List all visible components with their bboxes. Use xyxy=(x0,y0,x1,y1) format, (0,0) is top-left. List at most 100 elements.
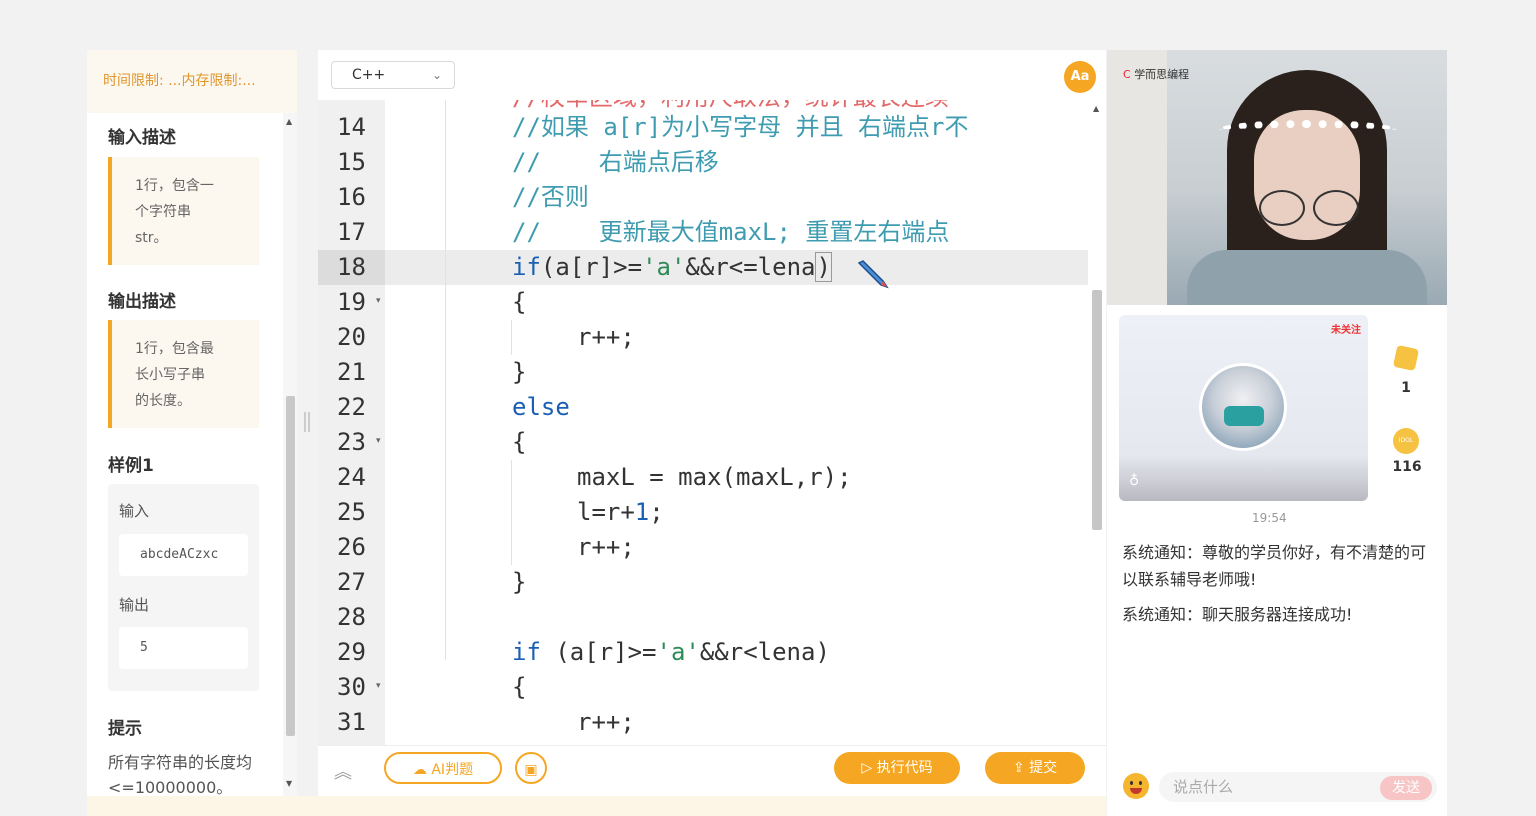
chevron-down-icon: ⌄ xyxy=(431,68,442,82)
line-number: 21 xyxy=(337,358,366,386)
input-desc-title: 输入描述 xyxy=(108,128,176,148)
editor-toolbar: C++ ⌄ Aa xyxy=(318,50,1106,101)
language-select[interactable]: C++ ⌄ xyxy=(331,61,455,89)
line-number: 25 xyxy=(337,498,366,526)
teacher-video[interactable]: C 学而思编程 xyxy=(1107,50,1447,305)
indent-guide xyxy=(445,100,446,660)
submit-label: 提交 xyxy=(1029,760,1058,776)
language-value: C++ xyxy=(352,67,386,83)
pencil-cursor-icon xyxy=(857,260,889,289)
teacher-avatar[interactable] xyxy=(1199,363,1287,451)
card-reward-icon[interactable] xyxy=(1392,344,1420,372)
vertical-scrollbar[interactable]: ▲ ▼ xyxy=(1088,100,1106,772)
code-text: &&r<=lena xyxy=(685,253,816,281)
panel-splitter[interactable] xyxy=(297,50,318,796)
hint-title: 提示 xyxy=(108,719,142,739)
scroll-down-icon[interactable]: ▼ xyxy=(286,779,292,788)
sample-input-label: 输入 xyxy=(119,502,150,520)
splitter-grip-icon[interactable] xyxy=(304,412,306,432)
sample-box: 输入 abcdeACzxc 输出 5 xyxy=(108,484,259,691)
line-number: 31 xyxy=(337,708,366,736)
code-string: 'a' xyxy=(642,253,686,281)
code-number: 1 xyxy=(634,498,650,526)
output-desc-line: 1行，包含最 xyxy=(135,341,214,357)
editor-bottom-bar: ︽ ☁ AI判题 ▣ ▷ 执行代码 ⇪ 提交 xyxy=(318,745,1106,797)
teacher-card[interactable]: 未关注 ♁ xyxy=(1119,315,1368,501)
chat-message: 系统通知：聊天服务器连接成功! xyxy=(1122,605,1353,624)
input-desc-line: str。 xyxy=(135,230,168,246)
code-area[interactable]: //枚举区域，利用尺取法，统计最长连续 14 15 16 17 18 19 20… xyxy=(318,100,1088,772)
code-text: ; xyxy=(649,498,664,526)
left-scrollbar-thumb[interactable] xyxy=(286,396,295,736)
left-scrollbar[interactable]: ▲ ▼ xyxy=(283,113,297,796)
line-number: 22 xyxy=(337,393,366,421)
mic-icon: ♁ xyxy=(1129,473,1140,489)
code-line: maxL = max(maxL,r); xyxy=(577,463,852,491)
line-number: 29 xyxy=(337,638,366,666)
line-number: 14 xyxy=(337,113,366,141)
indent-guide xyxy=(511,460,512,565)
chat-timestamp: 19:54 xyxy=(1252,511,1287,525)
code-line: { xyxy=(512,288,527,316)
line-number: 17 xyxy=(337,218,366,246)
problem-panel: 时间限制: ...内存限制:... 输入描述 1行，包含一 个字符串 str。 … xyxy=(87,50,297,796)
line-number: 15 xyxy=(337,148,366,176)
emoji-eye xyxy=(1130,781,1133,785)
scroll-up-icon[interactable]: ▲ xyxy=(286,117,292,126)
code-keyword: if xyxy=(512,638,541,666)
submit-button[interactable]: ⇪ 提交 xyxy=(985,752,1085,784)
code-line: // 右端点后移 xyxy=(512,148,719,176)
send-button[interactable]: 发送 xyxy=(1380,776,1432,800)
upload-icon: ⇪ xyxy=(1012,760,1030,776)
output-desc-line: 的长度。 xyxy=(135,393,191,409)
code-text: l=r+ xyxy=(577,498,635,526)
code-keyword: if xyxy=(512,253,541,281)
ai-judge-label: AI判题 xyxy=(431,762,474,778)
vertical-scrollbar-thumb[interactable] xyxy=(1092,290,1102,530)
sample-input-value[interactable]: abcdeACzxc xyxy=(119,534,248,576)
scroll-up-icon[interactable]: ▲ xyxy=(1093,104,1099,113)
teacher-headband xyxy=(1217,120,1397,140)
glasses-right xyxy=(1313,190,1359,226)
brand-logo-icon: C xyxy=(1123,68,1131,81)
code-text: (a[r]>= xyxy=(540,638,657,666)
code-line: else xyxy=(512,393,570,421)
brand-logo: C 学而思编程 xyxy=(1123,66,1189,82)
splitter-grip-icon[interactable] xyxy=(308,412,310,432)
fold-icon[interactable]: ▾ xyxy=(376,436,381,446)
code-text: ) xyxy=(815,252,832,282)
live-class-panel: C 学而思编程 未关注 ♁ 1 IDOL 116 19:54 系统通知：尊敬的学… xyxy=(1107,50,1447,816)
code-line: l=r+1; xyxy=(577,495,664,530)
collapse-icon[interactable]: ︽ xyxy=(334,758,352,784)
avatar-scarf xyxy=(1224,406,1264,426)
coin-icon[interactable]: IDOL xyxy=(1393,428,1419,454)
code-text: (a[r]>= xyxy=(540,253,643,281)
bottom-strip xyxy=(87,796,1106,816)
follow-badge[interactable]: 未关注 xyxy=(1331,321,1361,336)
input-desc-line: 个字符串 xyxy=(135,204,191,220)
indent-guide xyxy=(511,320,512,355)
line-number: 23 xyxy=(337,428,366,456)
ai-judge-button[interactable]: ☁ AI判题 xyxy=(384,752,502,784)
line-number: 28 xyxy=(337,603,366,631)
code-editor: C++ ⌄ Aa //枚举区域，利用尺取法，统计最长连续 14 15 16 17… xyxy=(318,50,1106,797)
line-number: 27 xyxy=(337,568,366,596)
run-code-button[interactable]: ▷ 执行代码 xyxy=(834,752,960,784)
code-line: if (a[r]>='a'&&r<lena) xyxy=(512,635,830,670)
sample-output-value[interactable]: 5 xyxy=(119,627,248,669)
document-icon[interactable]: ▣ xyxy=(515,752,547,784)
font-size-button[interactable]: Aa xyxy=(1064,61,1096,93)
output-desc-box: 1行，包含最 长小写子串 的长度。 xyxy=(108,320,259,428)
play-icon: ▷ xyxy=(861,760,877,776)
fold-icon[interactable]: ▾ xyxy=(376,681,381,691)
code-line: { xyxy=(512,428,527,456)
line-number: 19 xyxy=(337,288,366,316)
fold-icon[interactable]: ▾ xyxy=(376,296,381,306)
brand-name: 学而思编程 xyxy=(1134,68,1190,81)
emoji-icon[interactable] xyxy=(1123,773,1149,799)
code-text: &&r<lena) xyxy=(699,638,830,666)
code-line: //否则 xyxy=(512,183,589,211)
line-number: 24 xyxy=(337,463,366,491)
sample-title: 样例1 xyxy=(108,456,154,476)
teacher-shirt xyxy=(1187,250,1427,305)
